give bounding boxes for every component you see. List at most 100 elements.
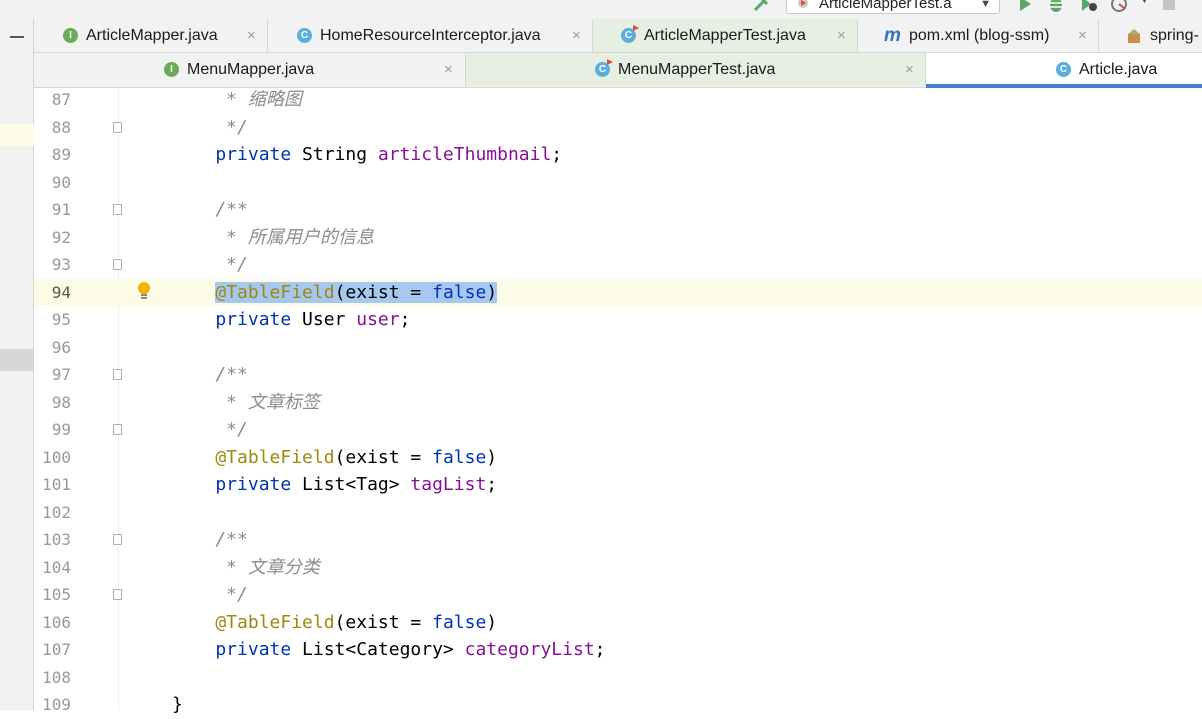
- tab-home-resource-interceptor[interactable]: C HomeResourceInterceptor.java ×: [268, 19, 593, 52]
- fold-marker-icon[interactable]: [113, 259, 122, 270]
- tab-article-mapper-test[interactable]: C ArticleMapperTest.java ×: [593, 19, 858, 52]
- line-number: 90: [51, 172, 71, 192]
- code-token: * 缩略图: [172, 89, 302, 110]
- close-icon[interactable]: ×: [837, 19, 846, 52]
- tab-menu-mapper[interactable]: I MenuMapper.java ×: [34, 53, 466, 86]
- code-text: private List<Category> categoryList;: [172, 636, 606, 664]
- line-number: 91: [51, 200, 71, 219]
- fold-marker-icon[interactable]: [113, 534, 122, 545]
- line-number: 87: [51, 90, 71, 109]
- code-line[interactable]: 97 /**: [34, 361, 1202, 389]
- tab-label: ArticleMapper.java: [86, 27, 218, 44]
- code-text: private List<Tag> tagList;: [172, 471, 497, 499]
- code-line[interactable]: 102: [34, 499, 1202, 527]
- close-icon[interactable]: ×: [905, 53, 914, 86]
- code-text: * 缩略图: [172, 86, 302, 114]
- fold-marker-icon[interactable]: [113, 424, 122, 435]
- code-line[interactable]: 99 */: [34, 416, 1202, 444]
- minimize-icon[interactable]: [10, 36, 24, 38]
- code-line[interactable]: 104 * 文章分类: [34, 554, 1202, 582]
- code-line[interactable]: 107 private List<Category> categoryList;: [34, 636, 1202, 664]
- build-hammer-icon[interactable]: [752, 0, 770, 13]
- fold-marker-icon[interactable]: [113, 121, 122, 133]
- line-number: 96: [51, 337, 71, 357]
- code-line[interactable]: 98 * 文章标签: [34, 389, 1202, 417]
- tab-label: spring-: [1150, 27, 1199, 44]
- chevron-down-icon[interactable]: ▼: [1139, 0, 1150, 6]
- run-icon[interactable]: [1016, 0, 1034, 13]
- code-editor[interactable]: 87 * 缩略图 88 */89 private String articleTh…: [34, 86, 1202, 715]
- code-line[interactable]: 88 */: [34, 114, 1202, 142]
- close-icon[interactable]: ×: [572, 19, 581, 52]
- code-token: /**: [172, 364, 248, 385]
- code-line[interactable]: 93 */: [34, 251, 1202, 279]
- run-configuration-label: ArticleMapperTest.a: [819, 0, 952, 12]
- line-number: 99: [51, 420, 71, 439]
- code-line[interactable]: 87 * 缩略图: [34, 86, 1202, 114]
- code-line[interactable]: 91 /**: [34, 196, 1202, 224]
- main-toolbar: ArticleMapperTest.a ▼ ▼: [0, 0, 1202, 19]
- line-number: 103: [42, 530, 71, 549]
- close-icon[interactable]: ×: [444, 53, 453, 86]
- tab-article-mapper[interactable]: I ArticleMapper.java ×: [34, 19, 268, 52]
- tab-label: MenuMapper.java: [187, 61, 315, 78]
- tab-pom-xml[interactable]: m pom.xml (blog-ssm) ×: [858, 19, 1099, 52]
- chevron-down-icon: ▼: [980, 0, 991, 10]
- code-line[interactable]: 109}: [34, 691, 1202, 719]
- code-line[interactable]: 103 /**: [34, 526, 1202, 554]
- code-line[interactable]: 94 @TableField(exist = false): [34, 278, 1202, 306]
- test-config-icon: [798, 0, 808, 8]
- code-text: /**: [172, 526, 248, 554]
- code-line[interactable]: 92 * 所属用户的信息: [34, 224, 1202, 252]
- code-line[interactable]: 96: [34, 334, 1202, 362]
- line-number: 101: [42, 475, 71, 494]
- selection-marker: [0, 124, 34, 146]
- tab-spring-config[interactable]: spring-: [1099, 19, 1202, 52]
- code-token: List<Tag>: [302, 474, 411, 495]
- code-token: * 文章标签: [172, 391, 320, 413]
- tab-article[interactable]: C Article.java: [926, 53, 1202, 88]
- code-token: ;: [399, 309, 411, 330]
- close-icon[interactable]: ×: [1078, 19, 1087, 52]
- tab-label: Article.java: [1079, 61, 1158, 78]
- line-number: 89: [51, 145, 71, 164]
- code-token: private: [172, 144, 303, 165]
- tab-menu-mapper-test[interactable]: C MenuMapperTest.java ×: [466, 53, 926, 86]
- intention-bulb-icon[interactable]: [137, 281, 151, 301]
- code-token: User: [302, 309, 357, 330]
- scroll-marker: [0, 349, 34, 371]
- code-line[interactable]: 100 @TableField(exist = false): [34, 444, 1202, 472]
- code-text: }: [172, 691, 183, 719]
- code-line[interactable]: 90: [34, 169, 1202, 197]
- close-icon[interactable]: ×: [247, 19, 256, 52]
- stop-icon[interactable]: [1160, 0, 1178, 13]
- debug-bug-icon[interactable]: [1047, 0, 1065, 13]
- code-token: ): [486, 281, 498, 303]
- code-line[interactable]: 106 @TableField(exist = false): [34, 609, 1202, 637]
- fold-marker-icon[interactable]: [113, 369, 122, 380]
- code-token: ;: [594, 639, 606, 660]
- code-line[interactable]: 108: [34, 664, 1202, 692]
- line-number: 100: [42, 447, 71, 467]
- run-configuration-select[interactable]: ArticleMapperTest.a ▼: [786, 0, 1000, 14]
- fold-marker-icon[interactable]: [113, 204, 122, 215]
- run-with-coverage-icon[interactable]: [1080, 0, 1098, 13]
- code-text: */: [172, 581, 248, 609]
- code-text: */: [172, 416, 248, 444]
- code-token: ): [486, 611, 498, 633]
- code-token: (exist =: [334, 281, 433, 303]
- code-token: String: [302, 144, 378, 165]
- code-token: */: [172, 584, 248, 605]
- profiler-icon[interactable]: [1110, 0, 1128, 13]
- code-text: private String articleThumbnail;: [172, 141, 562, 169]
- code-token: false: [432, 446, 487, 468]
- fold-marker-icon[interactable]: [113, 589, 122, 600]
- code-line[interactable]: 101 private List<Tag> tagList;: [34, 471, 1202, 499]
- code-text: /**: [172, 196, 248, 224]
- line-number: 94: [51, 282, 71, 302]
- class-icon: C: [297, 28, 312, 43]
- code-text: /**: [172, 361, 248, 389]
- code-line[interactable]: 95 private User user;: [34, 306, 1202, 334]
- code-line[interactable]: 89 private String articleThumbnail;: [34, 141, 1202, 169]
- code-line[interactable]: 105 */: [34, 581, 1202, 609]
